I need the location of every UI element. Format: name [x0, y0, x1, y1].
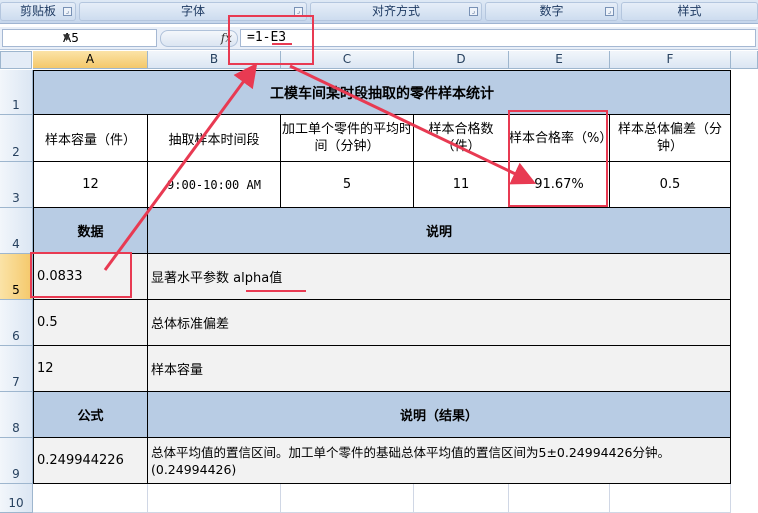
arrow-formula-to-e3 [289, 64, 537, 185]
arrow-a5-to-formula [103, 62, 258, 271]
annotation-arrows [103, 62, 537, 271]
